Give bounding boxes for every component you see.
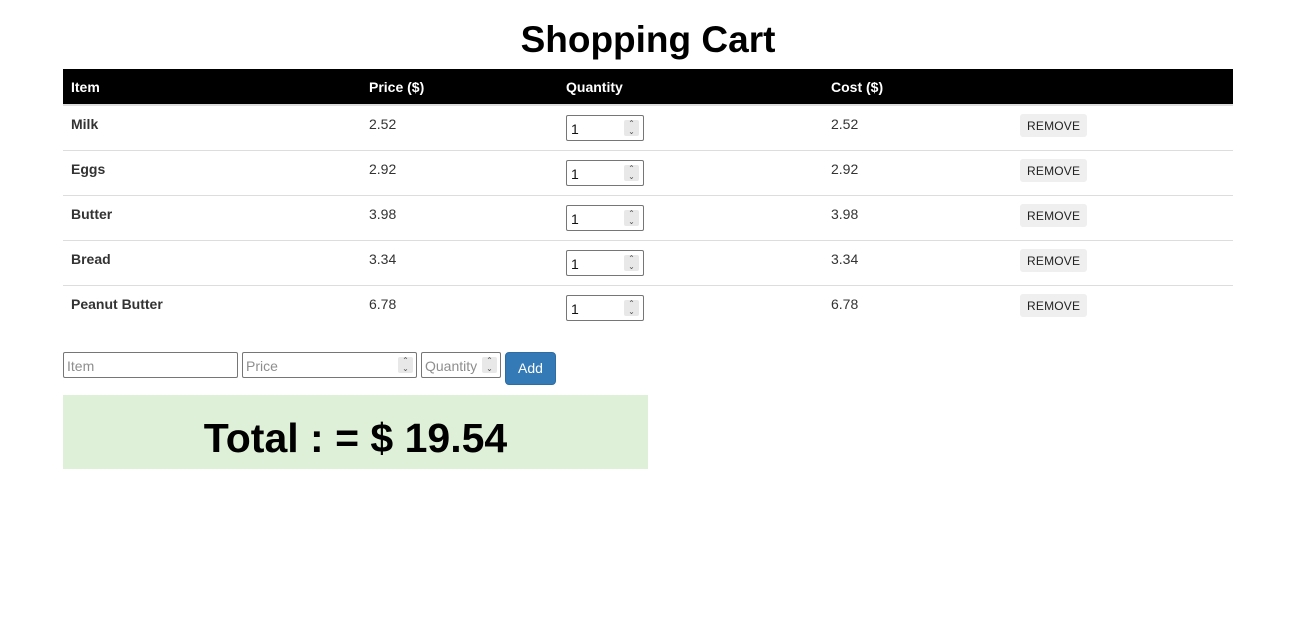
item-input[interactable]: Item [63, 352, 238, 378]
quantity-value: 1 [571, 165, 579, 182]
total-amount: Total : = $ 19.54 [203, 415, 508, 461]
quantity-stepper[interactable]: 1 ⌃ ⌄ [566, 114, 644, 141]
item-input-placeholder: Item [67, 358, 95, 374]
table-row: Milk 2.52 1 ⌃ ⌄ 2.52 REMOVE [63, 105, 1233, 151]
spinner-icon[interactable]: ⌃ ⌄ [624, 299, 639, 316]
row-price: 2.92 [369, 161, 397, 177]
table-row: Eggs 2.92 1 ⌃ ⌄ 2.92 REMOVE [63, 150, 1233, 196]
price-input-placeholder: Price [246, 358, 278, 374]
row-cost: 3.34 [831, 251, 859, 267]
row-cost: 6.78 [831, 296, 859, 312]
price-input[interactable]: Price ⌃ ⌄ [242, 352, 417, 378]
spinner-icon[interactable]: ⌃ ⌄ [624, 119, 639, 136]
spinner-icon[interactable]: ⌃ ⌄ [398, 357, 413, 373]
cart-table: Item Price ($) Quantity Cost ($) Milk 2.… [63, 69, 1233, 330]
row-cost: 2.52 [831, 116, 859, 132]
remove-button[interactable]: REMOVE [1020, 158, 1088, 182]
table-row: Butter 3.98 1 ⌃ ⌄ 3.98 REMOVE [63, 195, 1233, 241]
quantity-value: 1 [571, 300, 579, 317]
table-row: Bread 3.34 1 ⌃ ⌄ 3.34 REMOVE [63, 240, 1233, 286]
remove-button[interactable]: REMOVE [1020, 293, 1088, 317]
header-quantity: Quantity [558, 69, 823, 106]
row-cost: 3.98 [831, 206, 859, 222]
spinner-icon[interactable]: ⌃ ⌄ [624, 209, 639, 226]
row-item-name: Bread [71, 251, 111, 267]
row-price: 3.98 [369, 206, 397, 222]
spinner-icon[interactable]: ⌃ ⌄ [482, 357, 497, 373]
spinner-icon[interactable]: ⌃ ⌄ [624, 254, 639, 271]
remove-button[interactable]: REMOVE [1020, 113, 1088, 137]
quantity-value: 1 [571, 255, 579, 272]
row-cost: 2.92 [831, 161, 859, 177]
spinner-icon[interactable]: ⌃ ⌄ [624, 164, 639, 181]
remove-button[interactable]: REMOVE [1020, 203, 1088, 227]
quantity-stepper[interactable]: 1 ⌃ ⌄ [566, 204, 644, 231]
row-item-name: Peanut Butter [71, 296, 163, 312]
page-title: Shopping Cart [520, 19, 776, 60]
total-panel: Total : = $ 19.54 [63, 395, 648, 469]
header-cost: Cost ($) [823, 69, 1012, 106]
header-item: Item [63, 69, 361, 106]
row-price: 2.52 [369, 116, 397, 132]
add-button[interactable]: Add [505, 352, 556, 385]
table-header-row: Item Price ($) Quantity Cost ($) [63, 69, 1233, 106]
quantity-stepper[interactable]: 1 ⌃ ⌄ [566, 294, 644, 321]
row-item-name: Butter [71, 206, 113, 222]
header-price: Price ($) [361, 69, 558, 106]
quantity-stepper[interactable]: 1 ⌃ ⌄ [566, 249, 644, 276]
remove-button[interactable]: REMOVE [1020, 248, 1088, 272]
table-row: Peanut Butter 6.78 1 ⌃ ⌄ 6.78 REMOVE [63, 285, 1233, 330]
row-item-name: Milk [71, 116, 99, 132]
shopping-cart-page: Shopping Cart Item Price ($) Quantity Co… [0, 0, 1292, 640]
header-actions [1012, 69, 1233, 106]
quantity-value: 1 [571, 120, 579, 137]
quantity-input-placeholder: Quantity [425, 358, 478, 374]
quantity-input[interactable]: Quantity ⌃ ⌄ [421, 352, 501, 378]
row-item-name: Eggs [71, 161, 106, 177]
row-price: 6.78 [369, 296, 397, 312]
row-price: 3.34 [369, 251, 397, 267]
quantity-value: 1 [571, 210, 579, 227]
quantity-stepper[interactable]: 1 ⌃ ⌄ [566, 159, 644, 186]
